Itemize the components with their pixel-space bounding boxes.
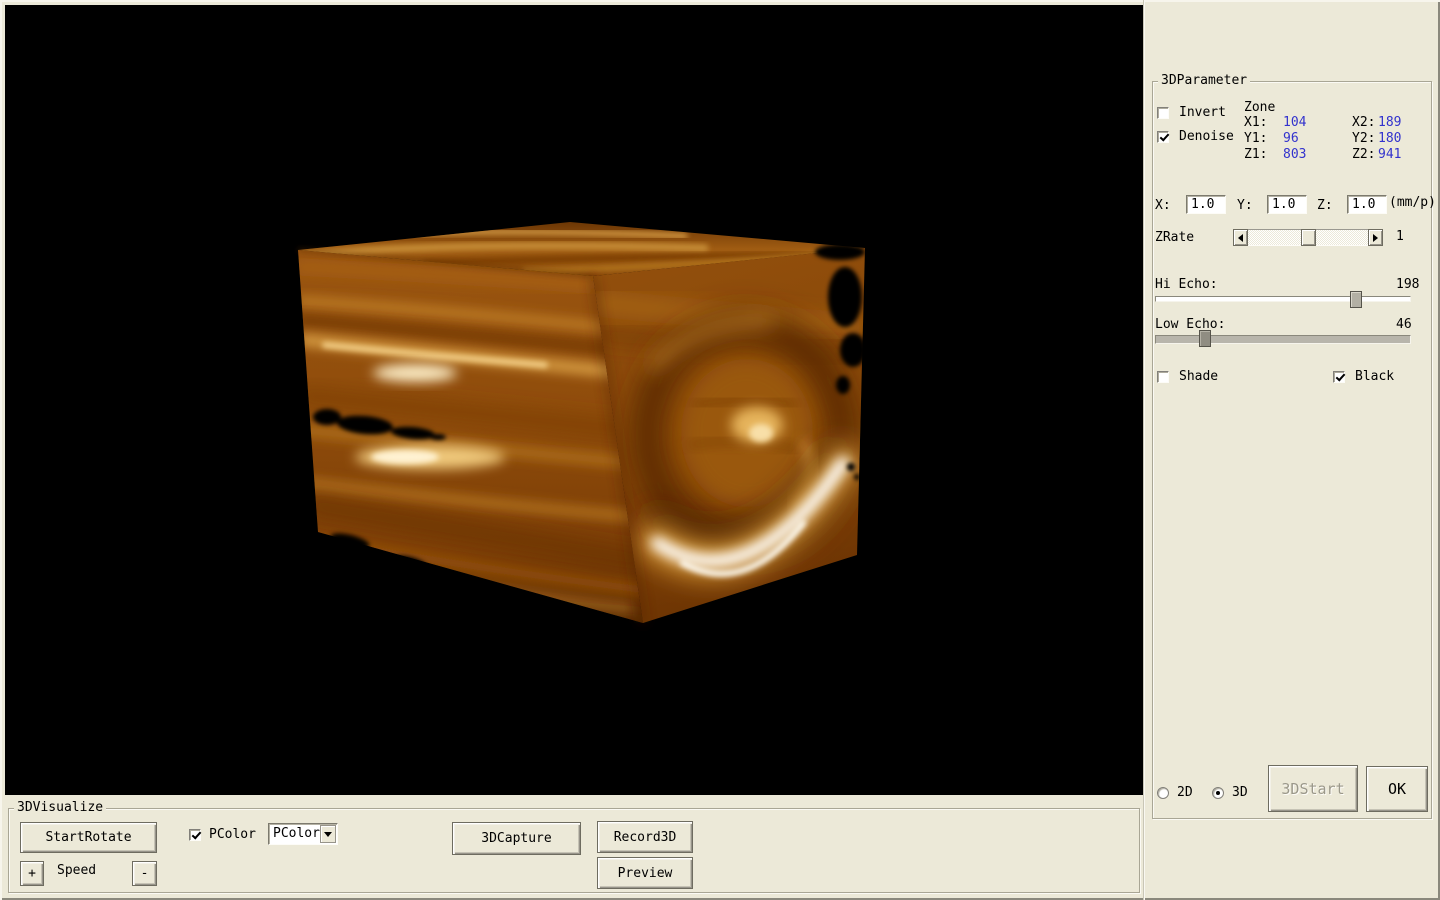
mode-2d-radio[interactable] xyxy=(1157,787,1169,799)
zone-x2-value: 189 xyxy=(1378,116,1401,130)
x-scale-label: X: xyxy=(1155,199,1171,213)
hi-echo-thumb[interactable] xyxy=(1350,291,1362,308)
record3d-button[interactable]: Record3D xyxy=(597,821,693,853)
zone-z1-value: 803 xyxy=(1283,148,1306,162)
zrate-value: 1 xyxy=(1396,230,1404,244)
zone-z2-value: 941 xyxy=(1378,148,1401,162)
3dcapture-button[interactable]: 3DCapture xyxy=(452,822,581,855)
zone-z1-label: Z1: xyxy=(1244,148,1267,162)
arrow-left-icon xyxy=(1234,234,1243,242)
zone-y1-value: 96 xyxy=(1283,132,1299,146)
zrate-label: ZRate xyxy=(1155,231,1194,245)
pcolor-select[interactable]: PColor xyxy=(268,823,338,845)
denoise-label: Denoise xyxy=(1179,130,1234,144)
black-label: Black xyxy=(1355,370,1394,384)
zone-x2-label: X2: xyxy=(1352,116,1375,130)
zone-z2-label: Z2: xyxy=(1352,148,1375,162)
mode-3d-label: 3D xyxy=(1232,786,1248,800)
black-checkbox[interactable] xyxy=(1333,371,1345,383)
zrate-thumb[interactable] xyxy=(1301,229,1316,246)
low-echo-value: 46 xyxy=(1396,318,1412,332)
pcolor-label: PColor xyxy=(209,828,256,842)
zrate-scrollbar[interactable] xyxy=(1233,229,1383,246)
speed-label: Speed xyxy=(57,864,96,878)
zone-x1-label: X1: xyxy=(1244,116,1267,130)
speed-plus-button[interactable]: + xyxy=(20,861,44,886)
arrow-right-icon xyxy=(1373,234,1382,242)
hi-echo-label: Hi Echo: xyxy=(1155,278,1218,292)
volume-render xyxy=(5,5,1143,795)
zrate-left-button[interactable] xyxy=(1233,229,1248,246)
denoise-checkbox[interactable] xyxy=(1157,131,1169,143)
hi-echo-value: 198 xyxy=(1396,278,1419,292)
shade-label: Shade xyxy=(1179,370,1218,384)
pcolor-select-button[interactable] xyxy=(320,825,336,843)
pcolor-select-value: PColor xyxy=(273,826,320,841)
scale-unit-label: (mm/p) xyxy=(1389,196,1436,210)
zrate-right-button[interactable] xyxy=(1368,229,1383,246)
preview-button[interactable]: Preview xyxy=(597,857,693,889)
zone-y2-label: Y2: xyxy=(1352,132,1375,146)
y-scale-input[interactable] xyxy=(1267,195,1307,214)
invert-checkbox[interactable] xyxy=(1157,107,1169,119)
ok-button[interactable]: OK xyxy=(1366,766,1428,812)
panel-divider-highlight xyxy=(1144,0,1145,900)
app-window: 3DParameter Invert Denoise Zone X1: 104 … xyxy=(0,0,1440,900)
invert-label: Invert xyxy=(1179,106,1226,120)
visualize-groupbox-title: 3DVisualize xyxy=(14,801,106,815)
zone-title: Zone xyxy=(1244,101,1275,115)
y-scale-label: Y: xyxy=(1237,199,1253,213)
x-scale-input[interactable] xyxy=(1186,195,1226,214)
zone-y1-label: Y1: xyxy=(1244,132,1267,146)
shade-checkbox[interactable] xyxy=(1157,371,1169,383)
parameter-groupbox-title: 3DParameter xyxy=(1158,74,1250,88)
z-scale-label: Z: xyxy=(1317,199,1333,213)
low-echo-track[interactable] xyxy=(1155,335,1411,344)
pcolor-checkbox[interactable] xyxy=(189,829,201,841)
z-scale-input[interactable] xyxy=(1347,195,1387,214)
chevron-down-icon xyxy=(324,832,332,841)
mode-2d-label: 2D xyxy=(1177,786,1193,800)
zone-y2-value: 180 xyxy=(1378,132,1401,146)
mode-3d-radio[interactable] xyxy=(1212,787,1224,799)
low-echo-label: Low Echo: xyxy=(1155,318,1225,332)
low-echo-thumb[interactable] xyxy=(1199,330,1211,347)
3dstart-button[interactable]: 3DStart xyxy=(1268,765,1358,812)
zone-x1-value: 104 xyxy=(1283,116,1306,130)
speed-minus-button[interactable]: - xyxy=(132,861,157,886)
start-rotate-button[interactable]: StartRotate xyxy=(20,822,157,853)
3d-viewport[interactable] xyxy=(5,5,1143,795)
hi-echo-track[interactable] xyxy=(1155,296,1411,302)
parameter-groupbox: 3DParameter xyxy=(1152,81,1432,819)
